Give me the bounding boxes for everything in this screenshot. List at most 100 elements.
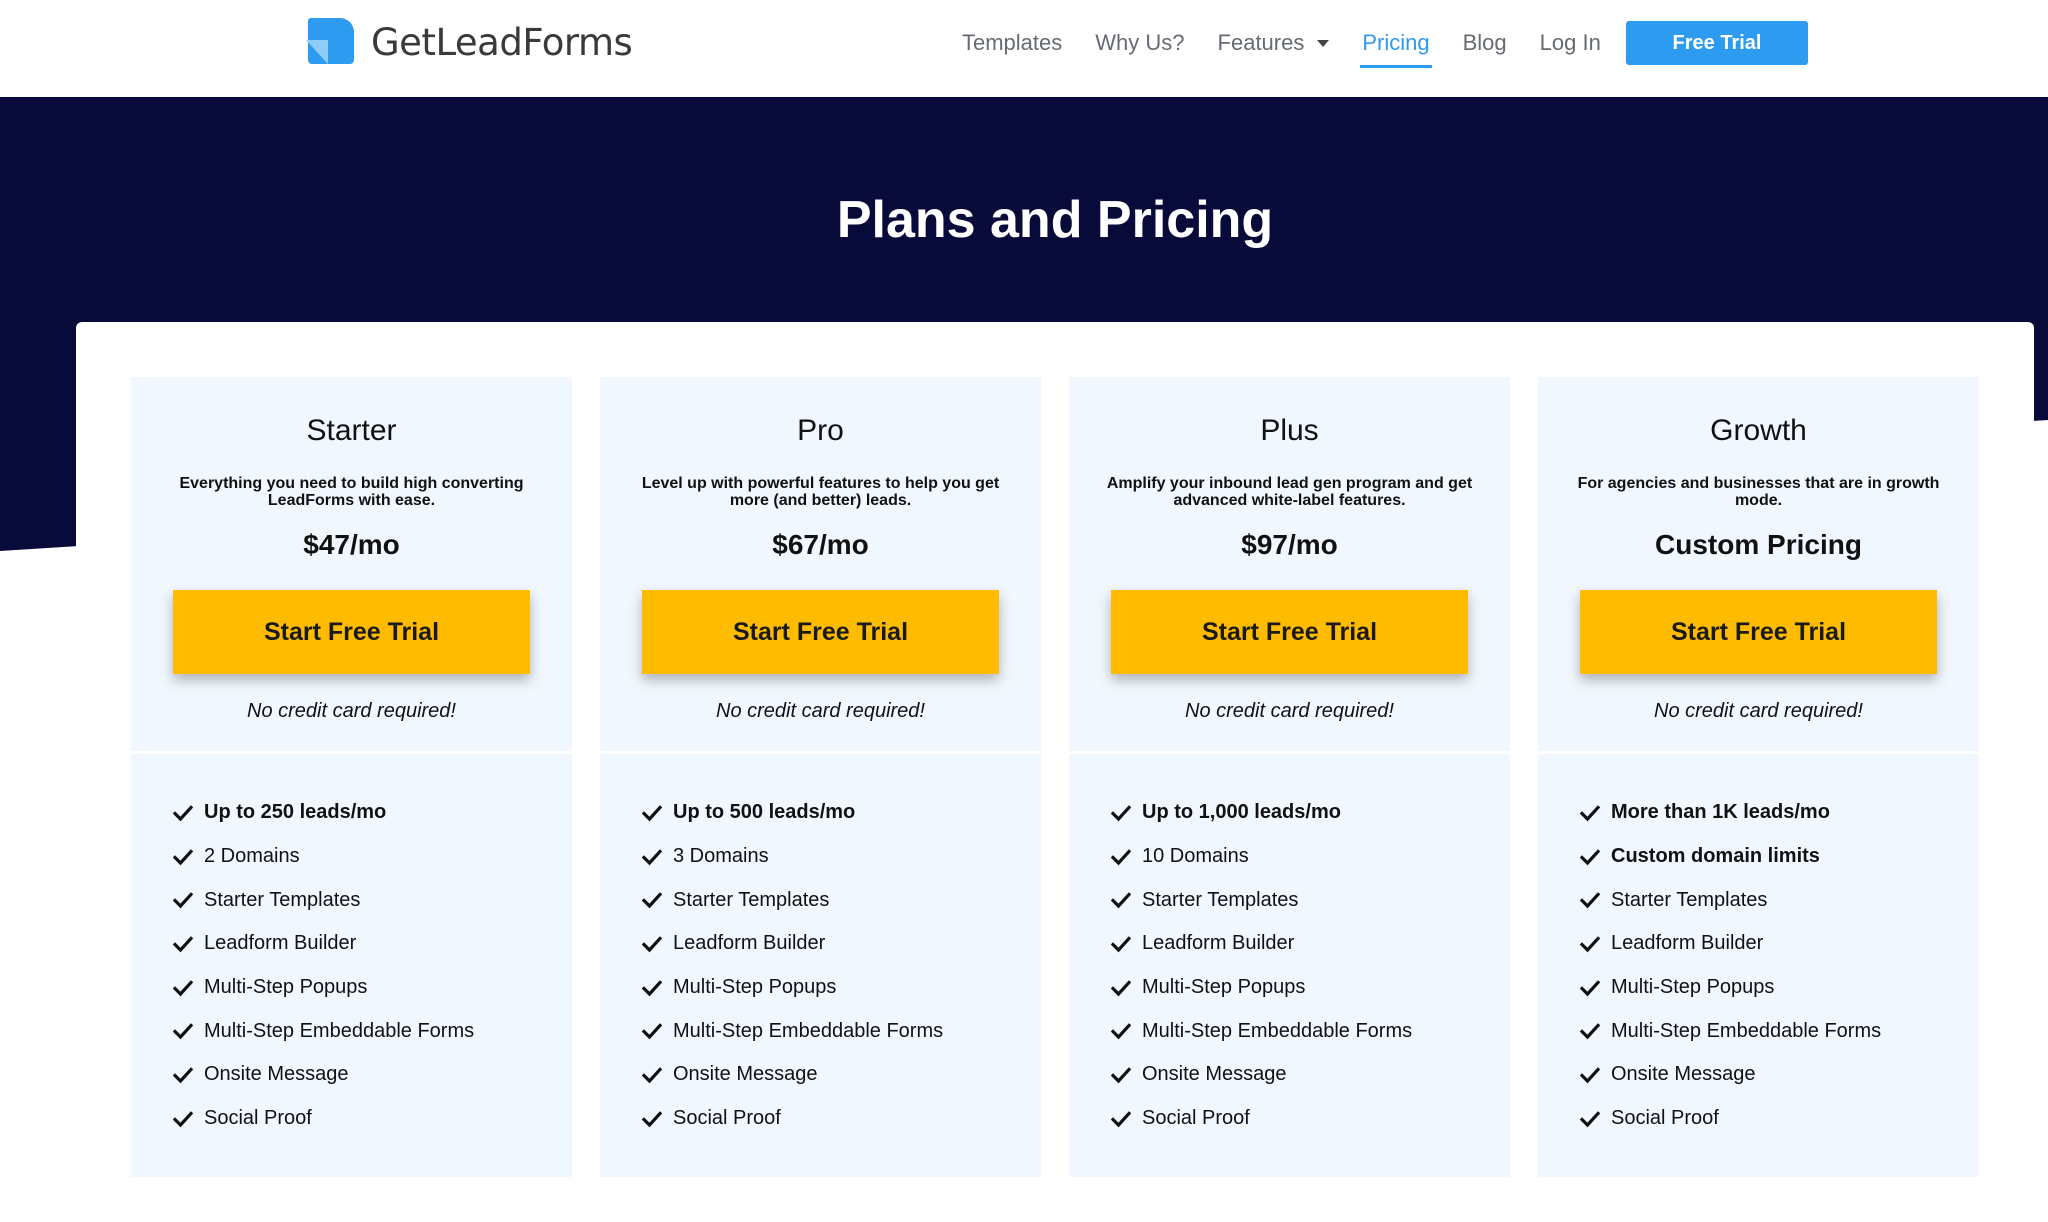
feature-label: Multi-Step Embeddable Forms — [1611, 1019, 1882, 1042]
nav-link-features[interactable]: Features — [1218, 18, 1330, 68]
no-credit-card-note: No credit card required! — [716, 700, 925, 722]
plan-header: Plus Amplify your inbound lead gen progra… — [1069, 377, 1510, 751]
feature-item: Up to 1,000 leads/mo — [1110, 791, 1412, 835]
check-icon — [641, 803, 663, 823]
feature-item: Multi-Step Popups — [1110, 966, 1412, 1010]
feature-item: Multi-Step Embeddable Forms — [172, 1009, 475, 1053]
feature-item: Onsite Message — [1110, 1053, 1412, 1097]
check-icon — [1110, 934, 1132, 954]
nav-link-features-label: Features — [1217, 30, 1305, 55]
feature-item: Multi-Step Popups — [172, 966, 474, 1010]
plan-features: More than 1K leads/mo Custom domain limit… — [1538, 754, 1979, 1177]
feature-item: Multi-Step Embeddable Forms — [1110, 1009, 1412, 1053]
check-icon — [641, 1021, 663, 1041]
feature-label: Social Proof — [1142, 1107, 1250, 1130]
plan-price: $67/mo — [772, 529, 869, 560]
start-free-trial-button[interactable]: Start Free Trial — [1580, 590, 1937, 674]
check-icon — [1110, 890, 1132, 910]
plan-name: Growth — [1710, 414, 1807, 447]
plan-card-starter: Starter Everything you need to build high… — [131, 377, 572, 1177]
feature-label: Multi-Step Popups — [673, 976, 837, 999]
plan-name: Starter — [306, 414, 397, 447]
feature-label: 10 Domains — [1142, 845, 1249, 868]
feature-label: Onsite Message — [1142, 1063, 1287, 1086]
feature-item: Leadform Builder — [641, 922, 943, 966]
feature-item: Starter Templates — [1579, 878, 1881, 922]
nav-link-why-us[interactable]: Why Us? — [1095, 18, 1184, 68]
plan-features: Up to 1,000 leads/mo 10 Domains Starter Te… — [1069, 754, 1510, 1177]
feature-list: Up to 250 leads/mo 2 Domains Starter Templ… — [172, 791, 475, 1141]
feature-label: Social Proof — [673, 1107, 781, 1130]
start-free-trial-button[interactable]: Start Free Trial — [642, 590, 999, 674]
nav-link-pricing[interactable]: Pricing — [1360, 18, 1432, 68]
nav-link-blog[interactable]: Blog — [1463, 18, 1507, 68]
check-icon — [1110, 803, 1132, 823]
nav-link-login[interactable]: Log In — [1540, 18, 1601, 68]
feature-label: Up to 1,000 leads/mo — [1142, 801, 1341, 824]
check-icon — [641, 978, 663, 998]
feature-label: Onsite Message — [1611, 1063, 1756, 1086]
feature-item: Up to 250 leads/mo — [172, 791, 474, 835]
plan-header: Starter Everything you need to build high… — [131, 377, 572, 751]
feature-label: Social Proof — [204, 1107, 312, 1130]
no-credit-card-note: No credit card required! — [1654, 700, 1863, 722]
check-icon — [641, 890, 663, 910]
plan-name: Plus — [1260, 414, 1319, 447]
plan-card-pro: Pro Level up with powerful features to he… — [600, 377, 1041, 1177]
plan-header: Growth For agencies and businesses that a… — [1538, 377, 1979, 751]
check-icon — [172, 803, 194, 823]
free-trial-button[interactable]: Free Trial — [1626, 21, 1808, 65]
check-icon — [641, 934, 663, 954]
feature-label: Multi-Step Popups — [204, 976, 368, 999]
feature-item: Up to 500 leads/mo — [641, 791, 943, 835]
feature-list: More than 1K leads/mo Custom domain limit… — [1579, 791, 1882, 1141]
feature-label: Starter Templates — [673, 888, 830, 911]
getleadforms-logo-icon — [306, 18, 354, 66]
caret-down-icon — [1317, 39, 1330, 47]
feature-label: More than 1K leads/mo — [1611, 801, 1830, 824]
check-icon — [1579, 934, 1601, 954]
feature-item: 2 Domains — [172, 835, 474, 879]
feature-item: Social Proof — [1110, 1097, 1412, 1141]
plan-price: Custom Pricing — [1655, 529, 1862, 560]
plan-card-plus: Plus Amplify your inbound lead gen progra… — [1069, 377, 1510, 1177]
feature-item: Custom domain limits — [1579, 835, 1881, 879]
feature-item: 10 Domains — [1110, 835, 1412, 879]
feature-label: Multi-Step Embeddable Forms — [673, 1019, 944, 1042]
top-navigation: GetLeadForms Templates Why Us? Features … — [0, 0, 2048, 97]
plan-price: $97/mo — [1241, 529, 1338, 560]
brand-logo[interactable]: GetLeadForms — [306, 18, 633, 66]
check-icon — [1579, 1021, 1601, 1041]
feature-label: Multi-Step Embeddable Forms — [204, 1019, 475, 1042]
check-icon — [172, 1109, 194, 1129]
no-credit-card-note: No credit card required! — [1185, 700, 1394, 722]
feature-item: Onsite Message — [172, 1053, 474, 1097]
check-icon — [1110, 978, 1132, 998]
feature-item: Multi-Step Popups — [641, 966, 943, 1010]
feature-label: Leadform Builder — [204, 932, 357, 955]
start-free-trial-button[interactable]: Start Free Trial — [173, 590, 530, 674]
feature-label: Starter Templates — [204, 888, 361, 911]
feature-item: Leadform Builder — [1110, 922, 1412, 966]
feature-item: Social Proof — [172, 1097, 474, 1141]
feature-item: More than 1K leads/mo — [1579, 791, 1881, 835]
check-icon — [641, 1109, 663, 1129]
check-icon — [172, 1021, 194, 1041]
start-free-trial-button[interactable]: Start Free Trial — [1111, 590, 1468, 674]
feature-item: Leadform Builder — [172, 922, 474, 966]
check-icon — [641, 847, 663, 867]
feature-item: Starter Templates — [1110, 878, 1412, 922]
brand-name: GetLeadForms — [371, 20, 633, 64]
feature-label: Onsite Message — [204, 1063, 349, 1086]
check-icon — [172, 978, 194, 998]
feature-label: Custom domain limits — [1611, 845, 1820, 868]
check-icon — [172, 934, 194, 954]
check-icon — [1110, 847, 1132, 867]
feature-label: Leadform Builder — [673, 932, 826, 955]
feature-item: Multi-Step Embeddable Forms — [1579, 1009, 1882, 1053]
nav-links: Templates Why Us? Features Pricing Blog … — [962, 0, 1634, 86]
nav-link-templates[interactable]: Templates — [962, 18, 1062, 68]
feature-label: 2 Domains — [204, 845, 300, 868]
feature-item: Starter Templates — [641, 878, 943, 922]
check-icon — [1110, 1021, 1132, 1041]
